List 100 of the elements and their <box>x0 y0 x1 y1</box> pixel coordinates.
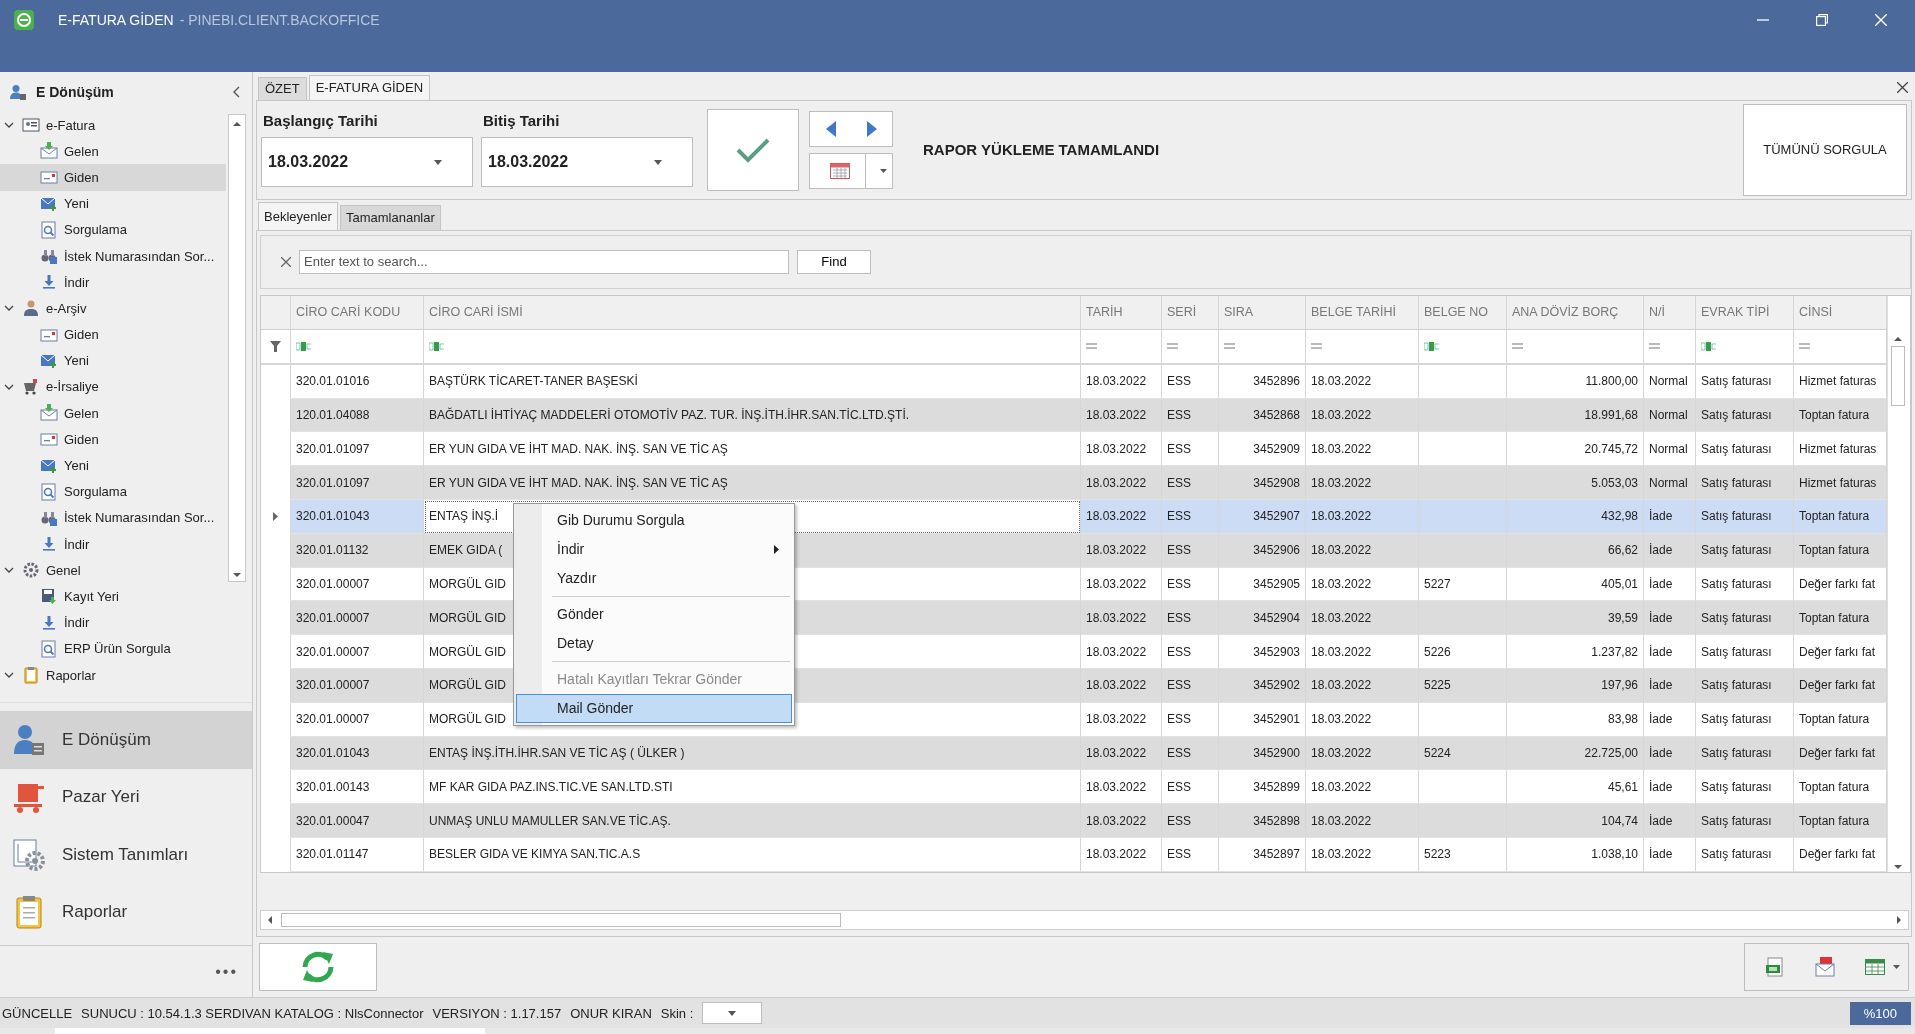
previous-icon[interactable] <box>825 120 836 137</box>
column-header[interactable]: CİRO CARİ İSMİ <box>424 295 1081 329</box>
calendar-dropdown[interactable] <box>809 152 893 189</box>
end-date-field[interactable]: 18.03.2022 <box>481 137 693 188</box>
module-item[interactable]: E Dönüşüm <box>0 711 252 769</box>
scroll-right-icon[interactable] <box>1894 915 1904 926</box>
dropdown-icon[interactable] <box>1893 965 1900 970</box>
column-header[interactable]: N/İ <box>1644 295 1696 329</box>
column-header[interactable]: EVRAK TİPİ <box>1696 295 1794 329</box>
tab[interactable]: Bekleyenler <box>258 201 338 230</box>
equals-filter-icon[interactable] <box>1649 343 1660 350</box>
text-filter-icon[interactable] <box>1424 341 1440 351</box>
equals-filter-icon[interactable] <box>1086 343 1097 350</box>
column-header[interactable]: TARİH <box>1081 295 1162 329</box>
tab[interactable]: E-FATURA GİDEN <box>308 75 431 100</box>
text-filter-icon[interactable] <box>296 341 312 351</box>
menu-item[interactable]: Mail Gönder <box>516 693 792 723</box>
tree-item[interactable]: ERP Ürün Sorgula <box>0 635 226 662</box>
zoom-level[interactable]: %100 <box>1849 1001 1911 1025</box>
tree-item[interactable]: Giden <box>0 321 226 348</box>
module-item[interactable]: Pazar Yeri <box>0 768 252 826</box>
table-cell: ESS <box>1162 364 1219 399</box>
tab[interactable]: ÖZET <box>258 77 307 100</box>
table-cell: 3452902 <box>1219 669 1306 703</box>
dropdown-icon[interactable] <box>880 168 887 173</box>
scrollbar[interactable] <box>1887 295 1907 872</box>
tree-item-label: Kayıt Yeri <box>64 588 119 604</box>
table-cell: 104,74 <box>1507 804 1644 838</box>
equals-filter-icon[interactable] <box>1167 343 1178 350</box>
module-item[interactable]: Raporlar <box>0 883 252 941</box>
tree-item[interactable]: Gelen <box>0 138 226 165</box>
restore-icon[interactable] <box>1816 14 1828 26</box>
text-filter-icon[interactable] <box>429 341 445 351</box>
tree-item[interactable]: İstek Numarasından Sor... <box>0 242 226 270</box>
table-cell: 5.053,03 <box>1507 466 1644 501</box>
tree-item[interactable]: İndir <box>0 531 226 558</box>
tree-group-label: e-İrsaliye <box>46 379 99 395</box>
column-header[interactable]: BELGE NO <box>1419 295 1507 329</box>
filter-icon[interactable] <box>270 340 281 352</box>
close-icon[interactable] <box>1897 82 1908 93</box>
clipboard-icon <box>22 666 40 685</box>
dropdown-icon[interactable] <box>728 1010 737 1016</box>
tree-item[interactable]: Giden <box>0 164 226 191</box>
table-cell: ESS <box>1162 500 1219 534</box>
next-icon[interactable] <box>866 120 877 137</box>
more-button[interactable]: ••• <box>215 962 238 981</box>
scroll-thumb[interactable] <box>1890 345 1905 406</box>
scrollbar[interactable] <box>228 114 246 582</box>
equals-filter-icon[interactable] <box>1224 343 1235 350</box>
refresh-button[interactable] <box>259 943 377 992</box>
column-header[interactable]: SERİ <box>1162 295 1219 329</box>
clear-icon[interactable] <box>281 256 291 267</box>
horizontal-scrollbar[interactable] <box>260 910 1909 931</box>
grid-export-dropdown[interactable] <box>1865 959 1900 976</box>
table-cell: 3452901 <box>1219 702 1306 737</box>
menu-item[interactable]: Gönder <box>516 599 792 629</box>
menu-item[interactable]: Gib Durumu Sorgula <box>516 505 792 535</box>
table-cell: Hizmet faturas <box>1794 466 1887 501</box>
equals-filter-icon[interactable] <box>1311 343 1322 350</box>
column-header[interactable]: ANA DÖVİZ BORÇ <box>1507 295 1644 329</box>
collapse-icon[interactable] <box>232 86 240 98</box>
tree-item[interactable]: İndir <box>0 269 226 296</box>
tree-group[interactable]: Genel <box>0 557 226 584</box>
tree-item-label: İstek Numarasından Sor... <box>64 510 215 526</box>
find-button[interactable]: Find <box>797 249 871 274</box>
tree-item[interactable]: Gelen <box>0 400 226 427</box>
dropdown-icon[interactable] <box>654 159 662 165</box>
text-filter-icon[interactable] <box>1701 341 1717 351</box>
tree-group[interactable]: Raporlar <box>0 661 226 689</box>
column-header[interactable]: BELGE TARİHİ <box>1306 295 1419 329</box>
tree-item[interactable]: İstek Numarasından Sor... <box>0 504 226 531</box>
table-cell: 22.725,00 <box>1507 736 1644 771</box>
tree-group[interactable]: e-Fatura <box>0 112 226 139</box>
equals-filter-icon[interactable] <box>1512 343 1523 350</box>
tree-item[interactable]: Sorgulama <box>0 478 226 505</box>
tree-item[interactable]: Giden <box>0 426 226 453</box>
tree-item[interactable]: Yeni <box>0 347 226 374</box>
tree-group[interactable]: e-İrsaliye <box>0 373 226 401</box>
tree-item[interactable]: Sorgulama <box>0 216 226 243</box>
equals-filter-icon[interactable] <box>1799 343 1810 350</box>
search-field[interactable]: Enter text to search... <box>299 249 789 274</box>
tree-item[interactable]: Yeni <box>0 452 226 479</box>
tree-item[interactable]: Yeni <box>0 190 226 217</box>
column-header[interactable]: SIRA <box>1219 295 1306 329</box>
query-all-button[interactable]: TÜMÜNÜ SORGULA <box>1743 103 1907 196</box>
date-nav-control[interactable] <box>809 110 893 147</box>
tree-item[interactable]: Kayıt Yeri <box>0 583 226 610</box>
tree-item-label: İndir <box>64 274 90 290</box>
tree-item-label: Gelen <box>64 143 99 159</box>
dropdown-icon[interactable] <box>434 159 442 165</box>
menu-item[interactable]: İndir <box>516 534 792 564</box>
tree-group[interactable]: e-Arşiv <box>0 295 226 322</box>
column-header[interactable]: CİRO CARİ KODU <box>291 295 424 329</box>
apply-button[interactable] <box>707 108 799 191</box>
tree-item-label: İstek Numarasından Sor... <box>64 248 215 264</box>
tree-item[interactable]: İndir <box>0 609 226 636</box>
tab[interactable]: Tamamlananlar <box>339 204 441 230</box>
start-date-field[interactable]: 18.03.2022 <box>261 137 473 188</box>
status-text: SUNUCU : 10.54.1.3 SERDIVAN KATALOG : NlsConnector <box>81 1005 424 1021</box>
module-item[interactable]: Sistem Tanımları <box>0 826 252 884</box>
